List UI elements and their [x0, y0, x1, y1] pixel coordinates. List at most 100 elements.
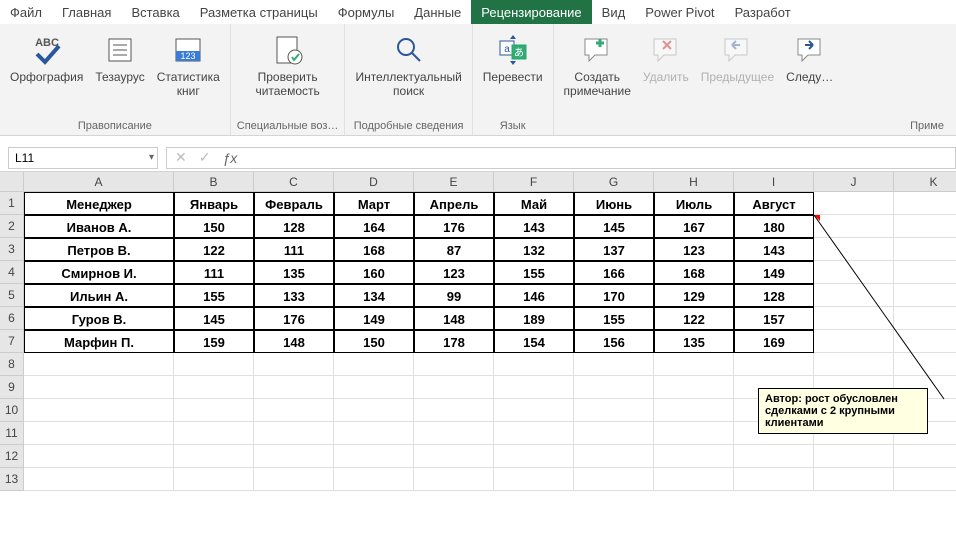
check-accessibility-button[interactable]: Проверить читаемость — [251, 28, 323, 101]
cell-A7[interactable]: Марфин П. — [24, 330, 174, 353]
cell-E1[interactable]: Апрель — [414, 192, 494, 215]
cell-B8[interactable] — [174, 353, 254, 376]
row-header-1[interactable]: 1 — [0, 192, 24, 215]
cell-G9[interactable] — [574, 376, 654, 399]
cell-G10[interactable] — [574, 399, 654, 422]
cell-B7[interactable]: 159 — [174, 330, 254, 353]
cell-D2[interactable]: 164 — [334, 215, 414, 238]
cell-A6[interactable]: Гуров В. — [24, 307, 174, 330]
cell-D1[interactable]: Март — [334, 192, 414, 215]
select-all-corner[interactable] — [0, 172, 24, 192]
row-header-8[interactable]: 8 — [0, 353, 24, 376]
cell-B13[interactable] — [174, 468, 254, 491]
cell-F6[interactable]: 189 — [494, 307, 574, 330]
cell-H13[interactable] — [654, 468, 734, 491]
col-header-E[interactable]: E — [414, 172, 494, 192]
cell-K5[interactable] — [894, 284, 956, 307]
cell-I4[interactable]: 149 — [734, 261, 814, 284]
row-header-2[interactable]: 2 — [0, 215, 24, 238]
cell-I1[interactable]: Август — [734, 192, 814, 215]
cell-F9[interactable] — [494, 376, 574, 399]
cell-E10[interactable] — [414, 399, 494, 422]
cell-B10[interactable] — [174, 399, 254, 422]
tab-powerpivot[interactable]: Power Pivot — [635, 0, 724, 24]
cell-I5[interactable]: 128 — [734, 284, 814, 307]
cell-H3[interactable]: 123 — [654, 238, 734, 261]
cell-K2[interactable] — [894, 215, 956, 238]
translate-button[interactable]: aあ Перевести — [479, 28, 547, 86]
cell-C12[interactable] — [254, 445, 334, 468]
cell-C9[interactable] — [254, 376, 334, 399]
row-header-10[interactable]: 10 — [0, 399, 24, 422]
row-header-7[interactable]: 7 — [0, 330, 24, 353]
cell-H6[interactable]: 122 — [654, 307, 734, 330]
workbook-stats-button[interactable]: 123 Статистика книг — [153, 28, 224, 101]
cell-A13[interactable] — [24, 468, 174, 491]
cell-C11[interactable] — [254, 422, 334, 445]
cell-B5[interactable]: 155 — [174, 284, 254, 307]
cell-D10[interactable] — [334, 399, 414, 422]
cell-D12[interactable] — [334, 445, 414, 468]
col-header-K[interactable]: K — [894, 172, 956, 192]
cell-A10[interactable] — [24, 399, 174, 422]
cell-D9[interactable] — [334, 376, 414, 399]
cell-B2[interactable]: 150 — [174, 215, 254, 238]
cell-I3[interactable]: 143 — [734, 238, 814, 261]
cell-D13[interactable] — [334, 468, 414, 491]
cell-F3[interactable]: 132 — [494, 238, 574, 261]
cell-K8[interactable] — [894, 353, 956, 376]
cell-F8[interactable] — [494, 353, 574, 376]
row-header-13[interactable]: 13 — [0, 468, 24, 491]
col-header-H[interactable]: H — [654, 172, 734, 192]
col-header-G[interactable]: G — [574, 172, 654, 192]
cell-E8[interactable] — [414, 353, 494, 376]
cell-E5[interactable]: 99 — [414, 284, 494, 307]
formula-input[interactable] — [245, 147, 956, 169]
cell-I7[interactable]: 169 — [734, 330, 814, 353]
cell-C8[interactable] — [254, 353, 334, 376]
cell-G4[interactable]: 166 — [574, 261, 654, 284]
cell-G5[interactable]: 170 — [574, 284, 654, 307]
cell-H4[interactable]: 168 — [654, 261, 734, 284]
cell-H7[interactable]: 135 — [654, 330, 734, 353]
cell-E11[interactable] — [414, 422, 494, 445]
cell-C5[interactable]: 133 — [254, 284, 334, 307]
cell-A11[interactable] — [24, 422, 174, 445]
cell-D4[interactable]: 160 — [334, 261, 414, 284]
cell-F12[interactable] — [494, 445, 574, 468]
tab-view[interactable]: Вид — [592, 0, 636, 24]
cell-D3[interactable]: 168 — [334, 238, 414, 261]
cell-J2[interactable] — [814, 215, 894, 238]
cell-F10[interactable] — [494, 399, 574, 422]
cell-K4[interactable] — [894, 261, 956, 284]
cell-J1[interactable] — [814, 192, 894, 215]
col-header-B[interactable]: B — [174, 172, 254, 192]
tab-file[interactable]: Файл — [0, 0, 52, 24]
cell-G3[interactable]: 137 — [574, 238, 654, 261]
cell-C13[interactable] — [254, 468, 334, 491]
row-header-9[interactable]: 9 — [0, 376, 24, 399]
cell-C4[interactable]: 135 — [254, 261, 334, 284]
cell-E9[interactable] — [414, 376, 494, 399]
cell-E2[interactable]: 176 — [414, 215, 494, 238]
cell-H10[interactable] — [654, 399, 734, 422]
cell-J8[interactable] — [814, 353, 894, 376]
cell-K1[interactable] — [894, 192, 956, 215]
fx-icon[interactable]: ƒx — [222, 150, 237, 166]
cell-D8[interactable] — [334, 353, 414, 376]
cell-D11[interactable] — [334, 422, 414, 445]
cell-J4[interactable] — [814, 261, 894, 284]
cell-H11[interactable] — [654, 422, 734, 445]
cell-K3[interactable] — [894, 238, 956, 261]
tab-data[interactable]: Данные — [404, 0, 471, 24]
cell-K12[interactable] — [894, 445, 956, 468]
cell-B4[interactable]: 111 — [174, 261, 254, 284]
comment-indicator[interactable] — [814, 215, 820, 221]
cell-D6[interactable]: 149 — [334, 307, 414, 330]
col-header-C[interactable]: C — [254, 172, 334, 192]
cell-C2[interactable]: 128 — [254, 215, 334, 238]
cell-G11[interactable] — [574, 422, 654, 445]
new-comment-button[interactable]: Создать примечание — [560, 28, 635, 101]
cell-E12[interactable] — [414, 445, 494, 468]
next-comment-button[interactable]: Следу… — [782, 28, 837, 86]
